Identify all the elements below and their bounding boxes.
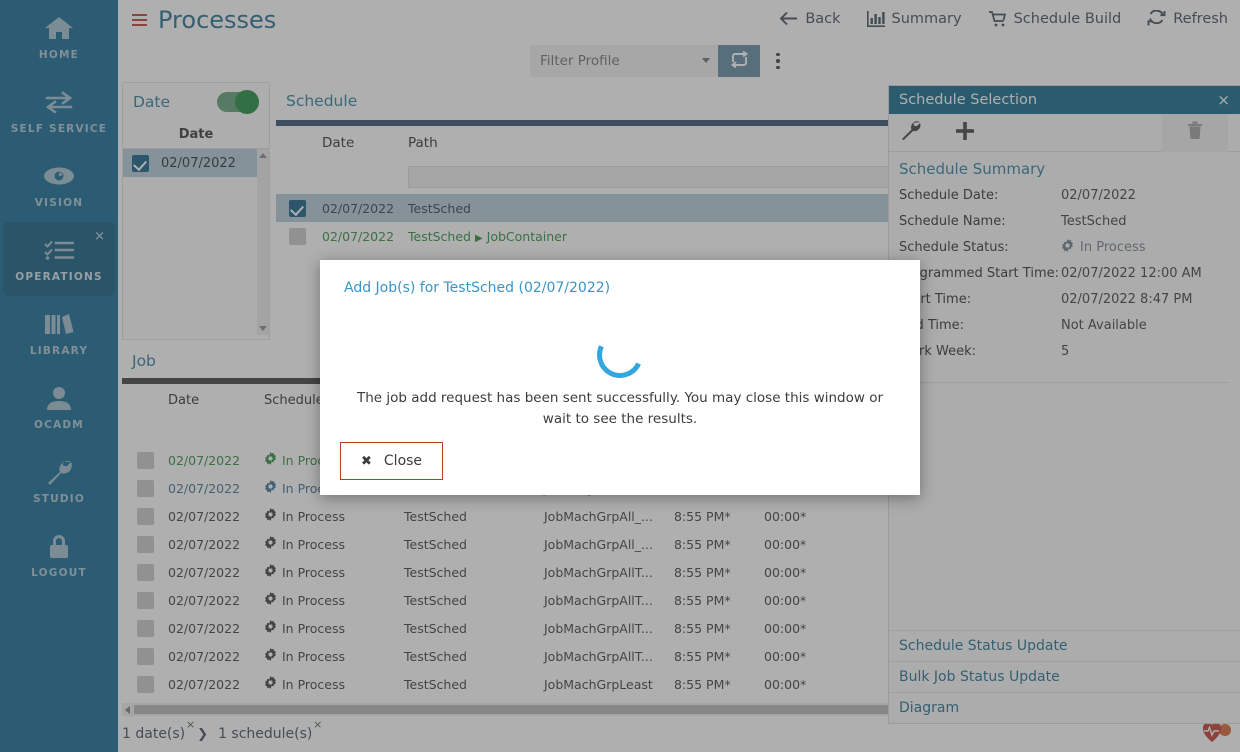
modal-message: The job add request has been sent succes… — [356, 390, 884, 427]
modal-close-label: Close — [383, 453, 423, 469]
application-root: HOME SELF SERVICE VISION × OPERATIONS LI… — [0, 0, 1240, 752]
add-jobs-modal: Add Job(s) for TestSched (02/07/2022) Th… — [320, 260, 920, 495]
modal-close-button[interactable]: ✖ Close — [340, 442, 444, 480]
modal-title: Add Job(s) for TestSched (02/07/2022) — [344, 280, 611, 296]
x-icon: ✖ — [361, 453, 372, 469]
loading-spinner-icon — [590, 325, 650, 385]
